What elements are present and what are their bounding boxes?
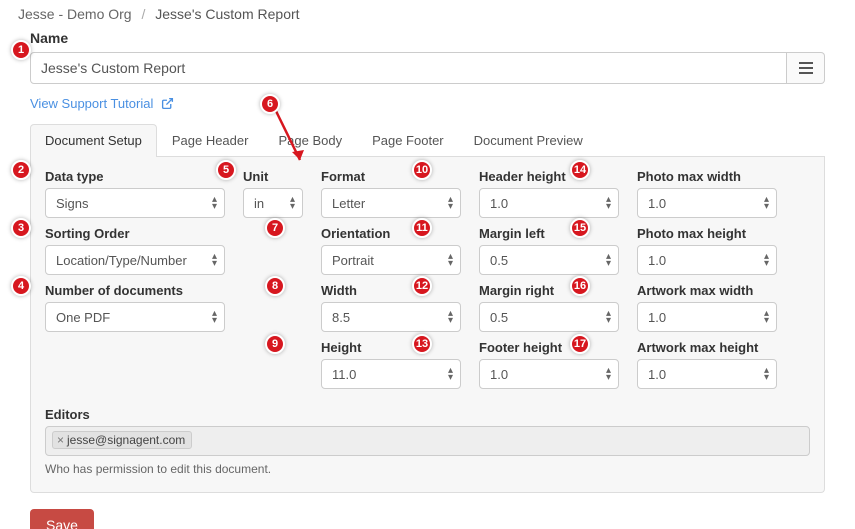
tab-document-preview[interactable]: Document Preview: [459, 124, 598, 157]
label-width: Width: [321, 283, 461, 298]
annotation-dot-13: 13: [412, 334, 432, 354]
tab-document-setup[interactable]: Document Setup: [30, 124, 157, 157]
label-artwork-max-width: Artwork max width: [637, 283, 777, 298]
tab-page-footer[interactable]: Page Footer: [357, 124, 459, 157]
name-input[interactable]: [30, 52, 787, 84]
editors-label: Editors: [45, 407, 810, 422]
select-orientation[interactable]: [321, 245, 461, 275]
annotation-dot-7: 7: [265, 218, 285, 238]
input-width[interactable]: [321, 302, 461, 332]
tabs: Document Setup Page Header Page Body Pag…: [30, 123, 825, 157]
label-height: Height: [321, 340, 461, 355]
annotation-dot-12: 12: [412, 276, 432, 296]
label-photo-max-height: Photo max height: [637, 226, 777, 241]
label-unit: Unit: [243, 169, 303, 184]
label-artwork-max-height: Artwork max height: [637, 340, 777, 355]
breadcrumb-current: Jesse's Custom Report: [155, 6, 299, 22]
label-footer-height: Footer height: [479, 340, 619, 355]
input-photo-max-height[interactable]: [637, 245, 777, 275]
breadcrumb-separator: /: [135, 6, 151, 22]
label-photo-max-width: Photo max width: [637, 169, 777, 184]
select-sorting-order[interactable]: [45, 245, 225, 275]
select-format[interactable]: [321, 188, 461, 218]
hamburger-icon: [798, 61, 814, 75]
annotation-dot-4: 4: [11, 276, 31, 296]
remove-tag-icon[interactable]: ×: [57, 433, 67, 447]
annotation-dot-16: 16: [570, 276, 590, 296]
input-margin-right[interactable]: [479, 302, 619, 332]
tab-page-header[interactable]: Page Header: [157, 124, 264, 157]
annotation-dot-15: 15: [570, 218, 590, 238]
input-artwork-max-height[interactable]: [637, 359, 777, 389]
editor-tag[interactable]: ×jesse@signagent.com: [52, 431, 192, 449]
input-height[interactable]: [321, 359, 461, 389]
breadcrumb-org[interactable]: Jesse - Demo Org: [18, 6, 132, 22]
annotation-dot-10: 10: [412, 160, 432, 180]
select-num-documents[interactable]: [45, 302, 225, 332]
label-sorting-order: Sorting Order: [45, 226, 225, 241]
label-data-type: Data type: [45, 169, 225, 184]
annotation-dot-9: 9: [265, 334, 285, 354]
label-format: Format: [321, 169, 461, 184]
save-button[interactable]: Save: [30, 509, 94, 529]
external-link-icon: [161, 97, 174, 113]
name-menu-button[interactable]: [787, 52, 825, 84]
annotation-dot-17: 17: [570, 334, 590, 354]
document-setup-panel: Data type ▴▾ Sorting Order ▴▾ Number of …: [30, 157, 825, 493]
annotation-dot-2: 2: [11, 160, 31, 180]
annotation-dot-5: 5: [216, 160, 236, 180]
name-label: Name: [30, 30, 837, 46]
annotation-dot-6: 6: [260, 94, 280, 114]
label-margin-left: Margin left: [479, 226, 619, 241]
annotation-dot-3: 3: [11, 218, 31, 238]
input-artwork-max-width[interactable]: [637, 302, 777, 332]
label-header-height: Header height: [479, 169, 619, 184]
select-unit[interactable]: [243, 188, 303, 218]
editor-email: jesse@signagent.com: [67, 433, 185, 447]
support-tutorial-link[interactable]: View Support Tutorial: [30, 96, 153, 111]
editors-input[interactable]: ×jesse@signagent.com: [45, 426, 810, 456]
tab-page-body[interactable]: Page Body: [263, 124, 357, 157]
select-data-type[interactable]: [45, 188, 225, 218]
annotation-dot-8: 8: [265, 276, 285, 296]
label-margin-right: Margin right: [479, 283, 619, 298]
annotation-dot-1: 1: [11, 40, 31, 60]
input-footer-height[interactable]: [479, 359, 619, 389]
input-header-height[interactable]: [479, 188, 619, 218]
input-margin-left[interactable]: [479, 245, 619, 275]
annotation-dot-11: 11: [412, 218, 432, 238]
annotation-dot-14: 14: [570, 160, 590, 180]
label-num-documents: Number of documents: [45, 283, 225, 298]
editors-help-text: Who has permission to edit this document…: [45, 462, 810, 476]
breadcrumb: Jesse - Demo Org / Jesse's Custom Report: [18, 0, 837, 30]
label-orientation: Orientation: [321, 226, 461, 241]
input-photo-max-width[interactable]: [637, 188, 777, 218]
